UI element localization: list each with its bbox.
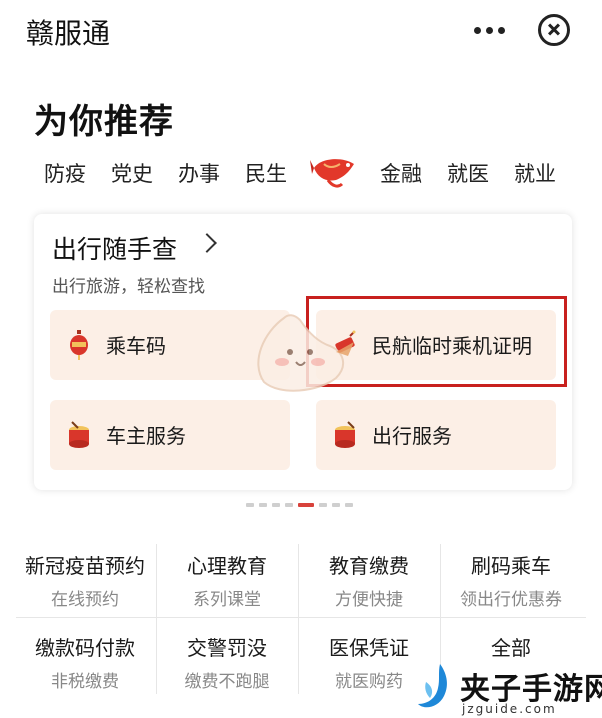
more-options-button[interactable]: [470, 14, 510, 44]
pager-dot[interactable]: [332, 503, 340, 507]
service-subtitle: 在线预约: [51, 590, 119, 610]
service-title: 刷码乘车: [471, 554, 551, 578]
category-tabs: 防疫 党史 办事 民生 金融 就医 就业: [0, 154, 602, 194]
service-title: 教育缴费: [329, 554, 409, 578]
service-title: 交警罚没: [187, 636, 267, 660]
card-title[interactable]: 出行随手查: [52, 230, 177, 266]
pager-dot[interactable]: [259, 503, 267, 507]
pager-dot[interactable]: [345, 503, 353, 507]
koi-fish-icon[interactable]: [310, 154, 360, 190]
more-dot-icon: [486, 27, 493, 34]
tab-jiuye[interactable]: 就业: [514, 158, 556, 188]
service-traffic-fine[interactable]: 交警罚没 缴费不跑腿: [152, 620, 302, 700]
tile-label: 车主服务: [106, 424, 186, 448]
tile-travel-service[interactable]: 出行服务: [316, 400, 556, 470]
pager-dot[interactable]: [285, 503, 293, 507]
service-title: 全部: [491, 636, 531, 660]
pager-dot[interactable]: [272, 503, 280, 507]
service-subtitle: 方便快捷: [335, 590, 403, 610]
mascot-icon: [257, 314, 354, 392]
tile-car-owner-service[interactable]: 车主服务: [50, 400, 290, 470]
service-title: 缴款码付款: [35, 636, 135, 660]
service-subtitle: 系列课堂: [193, 590, 261, 610]
pager-dot[interactable]: [246, 503, 254, 507]
section-title: 为你推荐: [34, 102, 174, 142]
service-title: 新冠疫苗预约: [25, 554, 145, 578]
drum-icon: [69, 421, 89, 448]
service-education-fee[interactable]: 教育缴费 方便快捷: [294, 538, 444, 618]
service-subtitle: 领出行优惠券: [460, 590, 562, 610]
tab-minsheng[interactable]: 民生: [245, 158, 287, 188]
chevron-right-icon[interactable]: [197, 233, 217, 253]
service-scan-ride[interactable]: 刷码乘车 领出行优惠券: [436, 538, 586, 618]
service-vaccine-booking[interactable]: 新冠疫苗预约 在线预约: [10, 538, 160, 618]
drum-icon: [335, 421, 355, 448]
more-dot-icon: [498, 27, 505, 34]
service-payment-code[interactable]: 缴款码付款 非税缴费: [10, 620, 160, 700]
watermark: 夹子手游网 jzguide.com: [414, 660, 602, 718]
service-subtitle: 缴费不跑腿: [184, 672, 270, 692]
tab-jinrong[interactable]: 金融: [380, 158, 422, 188]
tab-jiuyi[interactable]: 就医: [447, 158, 489, 188]
pager-dot-active[interactable]: [298, 503, 314, 507]
service-title: 医保凭证: [329, 636, 409, 660]
service-title: 心理教育: [187, 554, 267, 578]
card-subtitle: 出行旅游，轻松查找: [52, 277, 205, 297]
app-title: 赣服通: [26, 17, 111, 50]
tile-label: 乘车码: [106, 334, 166, 358]
tile-label: 出行服务: [372, 424, 452, 448]
carousel-pager: [244, 503, 364, 511]
watermark-logo-icon: [418, 664, 447, 708]
more-dot-icon: [474, 27, 481, 34]
tab-fangyi[interactable]: 防疫: [44, 158, 86, 188]
watermark-url: jzguide.com: [462, 702, 557, 716]
tab-dangshi[interactable]: 党史: [111, 158, 153, 188]
title-bar: 赣服通: [0, 0, 602, 62]
close-icon[interactable]: [538, 14, 570, 46]
pager-dot[interactable]: [319, 503, 327, 507]
service-psychology[interactable]: 心理教育 系列课堂: [152, 538, 302, 618]
service-subtitle: 非税缴费: [51, 672, 119, 692]
lantern-icon: [70, 330, 88, 360]
tab-banshi[interactable]: 办事: [178, 158, 220, 188]
